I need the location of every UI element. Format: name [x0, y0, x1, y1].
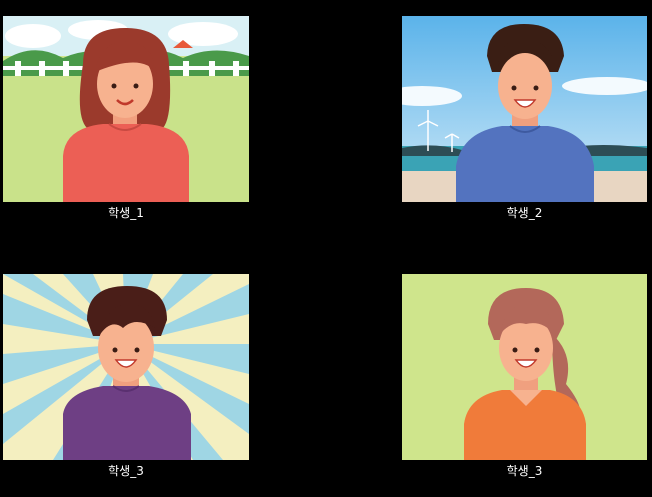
participant-tile-3[interactable]: 학생_3	[3, 274, 249, 479]
participant-tile-2[interactable]: 학생_2	[402, 16, 647, 221]
participant-name: 학생_1	[108, 206, 144, 220]
participant-tile-1[interactable]: 학생_1	[3, 16, 249, 221]
video-feed	[3, 16, 249, 202]
participant-tile-4[interactable]: 학생_3	[402, 274, 647, 479]
video-feed	[402, 274, 647, 460]
video-feed	[402, 16, 647, 202]
participant-name: 학생_2	[506, 206, 543, 220]
participant-name: 학생_3	[506, 464, 543, 478]
participant-name: 학생_3	[108, 464, 144, 478]
video-feed	[3, 274, 249, 460]
